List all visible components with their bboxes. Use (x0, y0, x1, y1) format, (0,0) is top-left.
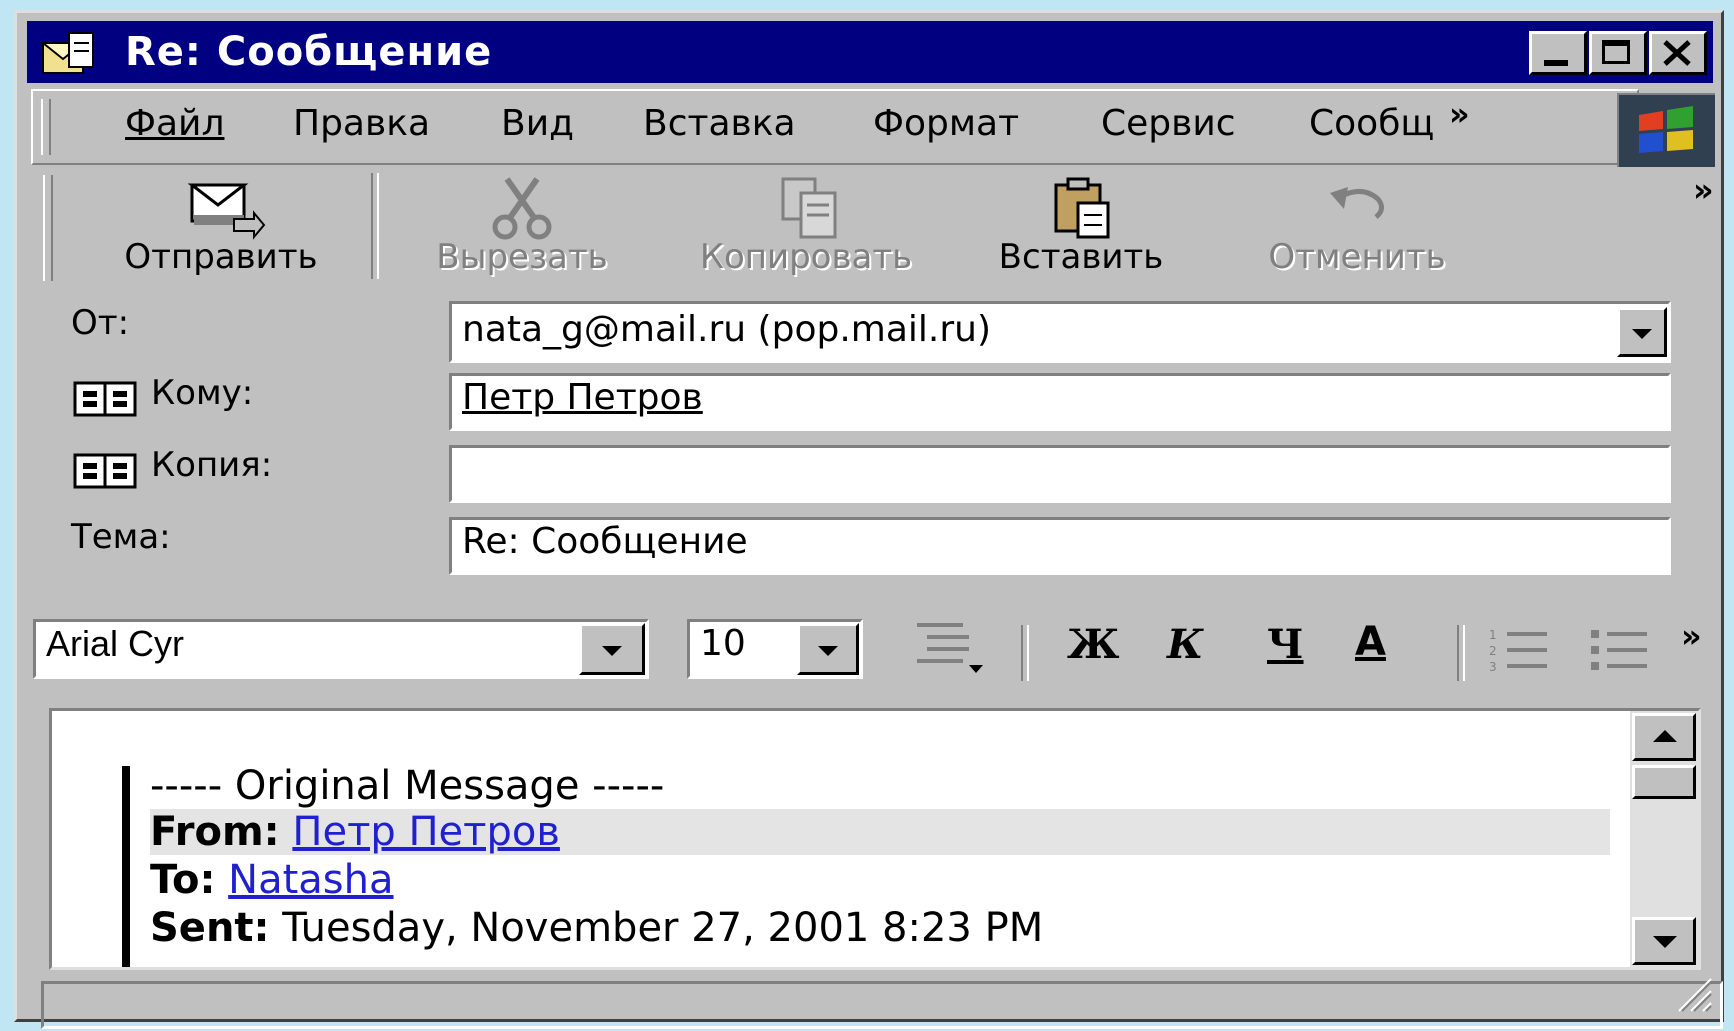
windows-flag-icon (1619, 95, 1715, 167)
arrow-down-icon (1653, 936, 1677, 948)
standard-toolbar: Отправить Вырезать Копировать Вставить О… (31, 169, 1731, 293)
menu-view[interactable]: Вид (501, 103, 574, 144)
vertical-scrollbar[interactable] (1630, 711, 1698, 967)
format-overflow-chevron-icon[interactable]: » (1681, 617, 1702, 655)
minimize-button[interactable] (1529, 31, 1587, 75)
maximize-icon (1602, 40, 1630, 64)
quoted-sent-line: Sent: Tuesday, November 27, 2001 8:23 PM (150, 905, 1043, 951)
svg-text:2: 2 (1489, 644, 1497, 658)
menu-tools[interactable]: Сервис (1101, 103, 1236, 144)
original-message-header: ----- Original Message ----- (150, 763, 665, 809)
subject-label: Тема: (71, 517, 171, 557)
to-link[interactable]: Natasha (228, 857, 393, 903)
format-separator (1457, 625, 1465, 681)
paragraph-style-icon[interactable] (913, 619, 985, 675)
cut-label: Вырезать (436, 237, 608, 277)
toolbar-grip[interactable] (43, 175, 53, 281)
paste-button[interactable]: Вставить (971, 169, 1191, 289)
scissors-icon (492, 177, 552, 240)
subject-field[interactable]: Re: Сообщение (449, 517, 1671, 575)
menu-bar: Файл Правка Вид Вставка Формат Сервис Со… (31, 89, 1639, 165)
font-color-button[interactable]: A (1355, 619, 1386, 665)
to-field[interactable]: Петр Петров (449, 373, 1671, 431)
undo-button[interactable]: Отменить (1237, 169, 1477, 289)
cc-field[interactable] (449, 445, 1671, 503)
close-icon (1663, 40, 1691, 66)
from-select[interactable]: nata_g@mail.ru (pop.mail.ru) (449, 301, 1671, 363)
menu-format[interactable]: Формат (873, 103, 1019, 144)
cut-button[interactable]: Вырезать (407, 169, 637, 289)
toolbar-overflow-chevron-icon[interactable]: » (1693, 171, 1714, 209)
arrow-up-icon (1653, 730, 1677, 742)
copy-button[interactable]: Копировать (671, 169, 941, 289)
quoted-from-line: From: Петр Петров (150, 809, 1610, 855)
menu-message[interactable]: Сообщ (1309, 103, 1439, 144)
underline-button[interactable]: Ч (1267, 621, 1304, 668)
send-icon (187, 183, 266, 240)
sent-key: Sent: (150, 905, 270, 951)
copy-icon (781, 177, 837, 239)
to-label: Кому: (151, 373, 254, 413)
menu-edit[interactable]: Правка (293, 103, 430, 144)
maximize-button[interactable] (1589, 31, 1647, 75)
size-dropdown-button[interactable] (797, 623, 859, 675)
quoted-to-line: To: Natasha (150, 857, 394, 903)
bold-button[interactable]: Ж (1067, 621, 1119, 668)
toolbar-separator (371, 173, 379, 279)
menu-file-label: Файл (125, 103, 225, 144)
paste-label: Вставить (998, 237, 1164, 277)
svg-text:3: 3 (1489, 660, 1497, 674)
send-button[interactable]: Отправить (91, 169, 351, 289)
address-book-icon[interactable] (73, 451, 137, 491)
sent-value: Tuesday, November 27, 2001 8:23 PM (282, 905, 1044, 951)
scroll-thumb[interactable] (1632, 765, 1696, 799)
undo-label: Отменить (1268, 237, 1446, 277)
minimize-icon (1544, 60, 1568, 66)
font-dropdown-button[interactable] (579, 623, 645, 675)
send-label: Отправить (124, 237, 318, 277)
bulleted-list-icon[interactable] (1587, 625, 1651, 677)
from-key: From: (150, 809, 280, 855)
undo-icon (1330, 187, 1384, 219)
font-select[interactable]: Arial Cyr (33, 619, 649, 679)
to-key: To: (150, 857, 216, 903)
status-bar (41, 981, 1723, 1029)
menu-file[interactable]: Файл (125, 103, 224, 144)
from-link[interactable]: Петр Петров (292, 809, 560, 855)
from-label: От: (71, 303, 130, 343)
message-body[interactable]: ----- Original Message ----- From: Петр … (49, 708, 1701, 970)
address-book-icon[interactable] (73, 379, 137, 419)
menu-grip[interactable] (41, 99, 51, 155)
message-app-icon (40, 32, 94, 74)
menu-insert[interactable]: Вставка (643, 103, 796, 144)
from-dropdown-button[interactable] (1617, 307, 1667, 357)
to-recipient[interactable]: Петр Петров (462, 377, 703, 418)
copy-label: Копировать (699, 237, 913, 277)
quote-bar (122, 766, 130, 967)
resize-grip-icon[interactable] (1673, 973, 1713, 1013)
scroll-up-button[interactable] (1632, 713, 1696, 761)
paste-icon (1054, 177, 1110, 239)
window-title: Re: Сообщение (125, 29, 493, 75)
message-window: Re: Сообщение Файл Правка Вид Вставка Фо… (14, 10, 1724, 1029)
format-separator (1021, 625, 1029, 681)
menu-overflow-chevron-icon[interactable]: » (1449, 95, 1470, 133)
italic-button[interactable]: К (1167, 621, 1203, 668)
close-button[interactable] (1649, 31, 1707, 75)
title-bar[interactable]: Re: Сообщение (27, 21, 1713, 83)
cc-label: Копия: (151, 445, 273, 485)
windows-logo (1617, 93, 1715, 167)
scroll-down-button[interactable] (1632, 917, 1696, 965)
numbered-list-icon[interactable]: 1 2 3 (1487, 625, 1551, 677)
svg-text:1: 1 (1489, 628, 1497, 642)
